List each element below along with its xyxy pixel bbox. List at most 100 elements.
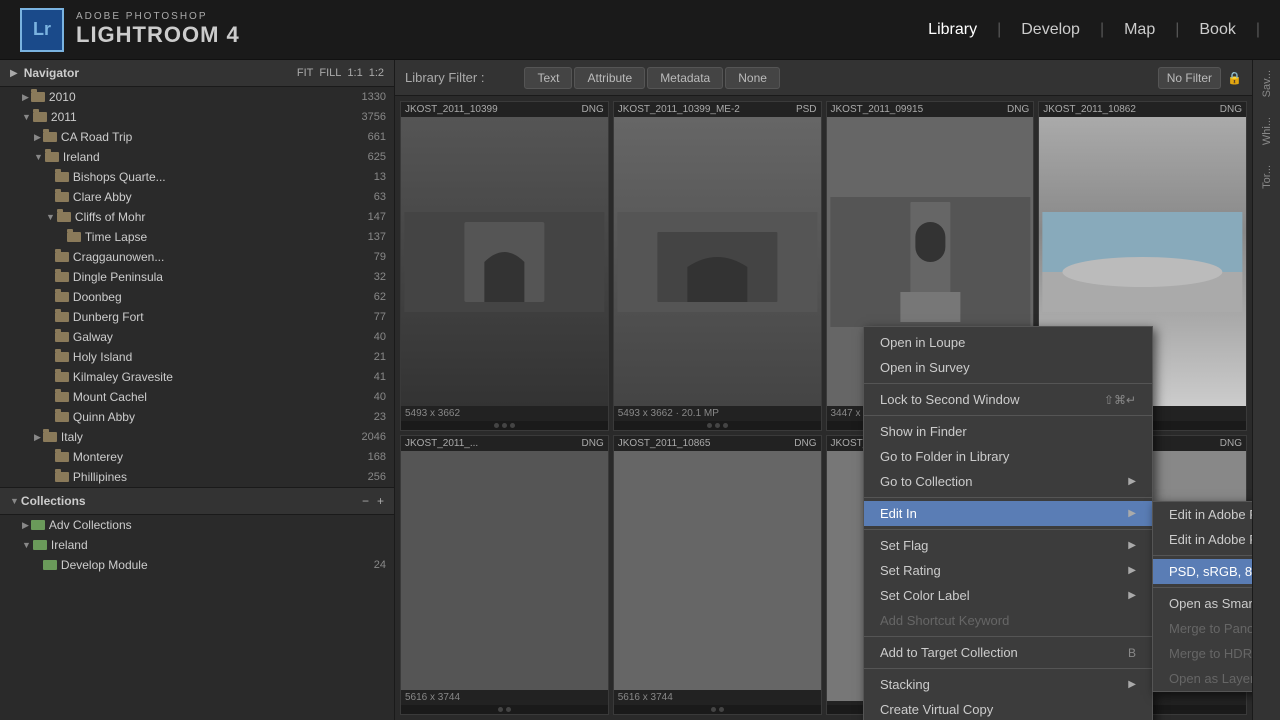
- folder-kilmaley[interactable]: ▶ Kilmaley Gravesite 41: [0, 367, 394, 387]
- photo-rating-dots: [614, 705, 821, 714]
- menu-set-color-label[interactable]: Set Color Label ▶: [864, 583, 1152, 608]
- folder-holy-island[interactable]: ▶ Holy Island 21: [0, 347, 394, 367]
- folder-count: 77: [374, 311, 394, 323]
- folder-time-lapse[interactable]: ▶ Time Lapse 137: [0, 227, 394, 247]
- photo-format: DNG: [582, 438, 604, 449]
- zoom-1-1[interactable]: 1:1: [347, 67, 362, 79]
- folder-doonbeg[interactable]: ▶ Doonbeg 62: [0, 287, 394, 307]
- collection-develop-module[interactable]: ▶ Develop Module 24: [0, 555, 394, 575]
- nav-library[interactable]: Library: [928, 21, 977, 39]
- collection-item-icon: [43, 560, 57, 570]
- folder-phillipines[interactable]: ▶ Phillipines 256: [0, 467, 394, 487]
- submenu-arrow-icon: ▶: [1128, 679, 1136, 690]
- submenu-arrow-icon: ▶: [1128, 508, 1136, 519]
- menu-set-rating[interactable]: Set Rating ▶: [864, 558, 1152, 583]
- folder-icon: [31, 92, 45, 102]
- triangle-icon: ▶: [34, 132, 41, 143]
- folder-label: Dunberg Fort: [73, 310, 144, 324]
- folder-count: 3756: [362, 111, 394, 123]
- folder-count: 661: [368, 131, 394, 143]
- right-panel-tor-label[interactable]: Tor...: [1261, 165, 1273, 189]
- right-panel-hist-label[interactable]: Whi...: [1261, 117, 1273, 145]
- menu-item-label: Open in Survey: [880, 360, 970, 375]
- folder-italy[interactable]: ▶ Italy 2046: [0, 427, 394, 447]
- photo-image-5: [401, 451, 608, 690]
- submenu-separator: [1153, 587, 1252, 588]
- zoom-1-2[interactable]: 1:2: [369, 67, 384, 79]
- filter-dropdown[interactable]: No Filter: [1158, 67, 1221, 89]
- menu-shortcut: B: [1108, 646, 1136, 660]
- submenu-edit-photoshop-app[interactable]: Edit in Adobe Photoshop CS5.1.app...: [1153, 527, 1252, 552]
- folder-label: Ireland: [63, 150, 100, 164]
- folder-ireland[interactable]: ▼ Ireland 625: [0, 147, 394, 167]
- folder-label: 2011: [51, 110, 77, 124]
- nav-book[interactable]: Book: [1199, 21, 1235, 39]
- menu-edit-in[interactable]: Edit In ▶ Edit in Adobe Photoshop CS5.1.…: [864, 501, 1152, 526]
- folder-2010[interactable]: ▶ 2010 1330: [0, 87, 394, 107]
- menu-lock-second-window[interactable]: Lock to Second Window ⇧⌘↵: [864, 387, 1152, 412]
- collection-label: Ireland: [51, 538, 88, 552]
- folder-icon: [33, 112, 47, 122]
- photo-footer: 5616 x 3744: [401, 690, 608, 705]
- folder-2011[interactable]: ▼ 2011 3756: [0, 107, 394, 127]
- nav-map[interactable]: Map: [1124, 21, 1155, 39]
- right-panel-save-label[interactable]: Sav...: [1261, 70, 1273, 97]
- collections-plus[interactable]: +: [377, 494, 384, 508]
- folder-count: 13: [374, 171, 394, 183]
- folder-clare-abby[interactable]: ▶ Clare Abby 63: [0, 187, 394, 207]
- folder-count: 62: [374, 291, 394, 303]
- menu-show-finder[interactable]: Show in Finder: [864, 419, 1152, 444]
- menu-go-to-folder[interactable]: Go to Folder in Library: [864, 444, 1152, 469]
- menu-item-label: Set Color Label: [880, 588, 970, 603]
- photo-format: DNG: [582, 104, 604, 115]
- nav-develop[interactable]: Develop: [1021, 21, 1080, 39]
- folder-bishops-quarte[interactable]: ▶ Bishops Quarte... 13: [0, 167, 394, 187]
- menu-add-to-collection[interactable]: Add to Target Collection B: [864, 640, 1152, 665]
- photo-id: JKOST_2011_09915: [831, 104, 924, 115]
- folder-label: Time Lapse: [85, 230, 147, 244]
- collections-collapse-arrow[interactable]: ▼: [10, 496, 19, 506]
- folder-ca-road-trip[interactable]: ▶ CA Road Trip 661: [0, 127, 394, 147]
- zoom-fill[interactable]: FILL: [319, 67, 341, 79]
- menu-stacking[interactable]: Stacking ▶: [864, 672, 1152, 697]
- folder-tree: ▶ 2010 1330 ▼ 2011 3756 ▶ CA Road Trip 6…: [0, 87, 394, 487]
- menu-open-loupe[interactable]: Open in Loupe: [864, 330, 1152, 355]
- menu-separator: [864, 383, 1152, 384]
- folder-quinn-abby[interactable]: ▶ Quinn Abby 23: [0, 407, 394, 427]
- zoom-fit[interactable]: FIT: [297, 67, 314, 79]
- filter-none-btn[interactable]: None: [725, 67, 780, 89]
- menu-item-label: Show in Finder: [880, 424, 967, 439]
- folder-monterey[interactable]: ▶ Monterey 168: [0, 447, 394, 467]
- lock-icon[interactable]: 🔒: [1227, 71, 1242, 85]
- nav-sep-4: |: [1256, 21, 1260, 39]
- app-header: Lr Adobe Photoshop LIGHTROOM 4 Library |…: [0, 0, 1280, 60]
- photo-cell-6[interactable]: JKOST_2011_10865 DNG 5616 x 3744: [613, 435, 822, 715]
- menu-open-survey[interactable]: Open in Survey: [864, 355, 1152, 380]
- menu-create-virtual-copy[interactable]: Create Virtual Copy: [864, 697, 1152, 720]
- folder-dingle[interactable]: ▶ Dingle Peninsula 32: [0, 267, 394, 287]
- navigator-collapse-arrow[interactable]: ▶: [10, 68, 18, 79]
- folder-cliffs-mohr[interactable]: ▼ Cliffs of Mohr 147: [0, 207, 394, 227]
- submenu-psd-srgb[interactable]: PSD, sRGB, 8 bit: [1153, 559, 1252, 584]
- menu-item-label: Go to Collection: [880, 474, 973, 489]
- collection-ireland[interactable]: ▼ Ireland: [0, 535, 394, 555]
- menu-set-flag[interactable]: Set Flag ▶: [864, 533, 1152, 558]
- submenu-open-smart-object[interactable]: Open as Smart Object in Photoshop...: [1153, 591, 1252, 616]
- photo-cell-1[interactable]: JKOST_2011_10399 DNG 5493 x 3662: [400, 101, 609, 431]
- folder-dunberg-fort[interactable]: ▶ Dunberg Fort 77: [0, 307, 394, 327]
- folder-count: 147: [368, 211, 394, 223]
- collections-minus[interactable]: −: [362, 494, 369, 508]
- collection-adv-collections[interactable]: ▶ Adv Collections: [0, 515, 394, 535]
- navigator-zoom-controls: FIT FILL 1:1 1:2: [297, 67, 384, 79]
- folder-galway[interactable]: ▶ Galway 40: [0, 327, 394, 347]
- folder-mount-cachel[interactable]: ▶ Mount Cachel 40: [0, 387, 394, 407]
- photo-cell-5[interactable]: JKOST_2011_... DNG 5616 x 3744: [400, 435, 609, 715]
- folder-craggaunowen[interactable]: ▶ Craggaunowen... 79: [0, 247, 394, 267]
- filter-metadata-btn[interactable]: Metadata: [647, 67, 723, 89]
- filter-text-btn[interactable]: Text: [524, 67, 572, 89]
- filter-attribute-btn[interactable]: Attribute: [574, 67, 645, 89]
- submenu-item-label: Open as Layers in Photoshop...: [1169, 671, 1252, 686]
- submenu-edit-photoshop[interactable]: Edit in Adobe Photoshop CS5.1...: [1153, 502, 1252, 527]
- menu-go-to-collection[interactable]: Go to Collection ▶: [864, 469, 1152, 494]
- photo-cell-2[interactable]: JKOST_2011_10399_ME-2 PSD 5493 x 3662 · …: [613, 101, 822, 431]
